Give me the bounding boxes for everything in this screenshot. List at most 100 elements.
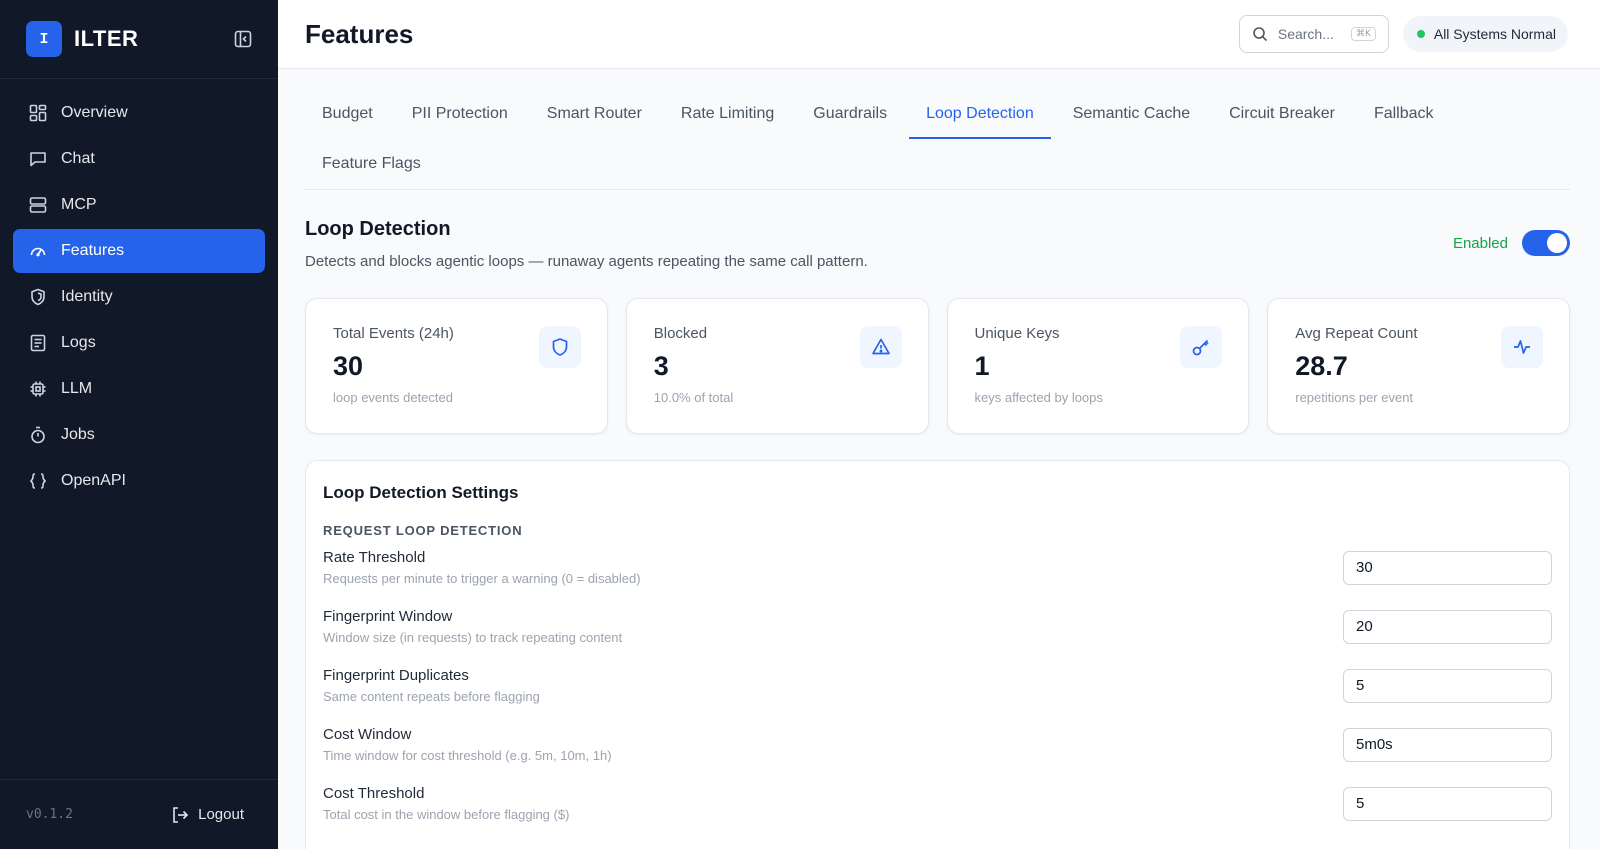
stat-subtext: keys affected by loops xyxy=(974,390,1103,405)
stats-cards: Total Events (24h) 30 loop events detect… xyxy=(305,298,1570,434)
tab-smart-router[interactable]: Smart Router xyxy=(530,89,659,139)
field-help: Requests per minute to trigger a warning… xyxy=(323,571,641,586)
sidebar-item-logs[interactable]: Logs xyxy=(13,321,265,365)
toggle-knob xyxy=(1547,233,1567,253)
tab-rate-limiting[interactable]: Rate Limiting xyxy=(664,89,791,139)
settings-panel: Loop Detection Settings REQUEST LOOP DET… xyxy=(305,460,1570,849)
toggle-label: Enabled xyxy=(1452,234,1508,252)
system-status-badge[interactable]: All Systems Normal xyxy=(1402,16,1568,52)
app-logo: I xyxy=(26,21,62,57)
enable-toggle-group: Enabled xyxy=(1453,216,1570,270)
field-label: Cost Window xyxy=(323,726,412,743)
fingerprint-window-input[interactable] xyxy=(1343,609,1552,644)
field-help: Time window for cost threshold (e.g. 5m,… xyxy=(323,748,612,763)
field-label: Rate Threshold xyxy=(323,549,426,566)
field-fingerprint-window: Fingerprint Window Window size (in reque… xyxy=(323,597,1552,656)
tab-fallback[interactable]: Fallback xyxy=(1357,89,1451,139)
sidebar-item-label: Logs xyxy=(61,334,96,351)
tab-loop-detection[interactable]: Loop Detection xyxy=(909,89,1051,139)
stat-card-unique-keys: Unique Keys 1 keys affected by loops xyxy=(946,298,1250,434)
sidebar-item-overview[interactable]: Overview xyxy=(13,91,265,135)
fingerprint-duplicates-input[interactable] xyxy=(1343,668,1552,703)
sidebar-nav: Overview Chat MCP Features Identity Logs… xyxy=(0,79,278,779)
field-cost-window: Cost Window Time window for cost thresho… xyxy=(323,715,1552,774)
shield-icon xyxy=(538,326,581,368)
settings-subheading: REQUEST LOOP DETECTION xyxy=(323,523,523,538)
braces-icon xyxy=(28,471,48,491)
section-header: Loop Detection Detects and blocks agenti… xyxy=(305,218,1570,270)
field-help: Window size (in requests) to track repea… xyxy=(323,630,623,645)
sidebar-item-label: Chat xyxy=(61,150,95,167)
sidebar-item-label: Jobs xyxy=(61,426,95,443)
search-icon xyxy=(1252,25,1270,43)
tab-feature-flags[interactable]: Feature Flags xyxy=(305,139,438,189)
cost-window-input[interactable] xyxy=(1343,727,1552,762)
feature-tabs: Budget PII Protection Smart Router Rate … xyxy=(305,69,1570,190)
content: Budget PII Protection Smart Router Rate … xyxy=(278,69,1600,849)
key-icon xyxy=(1180,326,1223,368)
gauge-icon xyxy=(28,241,48,261)
tab-pii-protection[interactable]: PII Protection xyxy=(395,89,525,139)
document-icon xyxy=(28,333,48,353)
logout-button[interactable]: Logout xyxy=(170,805,244,825)
main-area: Features Search... ⌘K All Systems Normal… xyxy=(278,0,1600,849)
app-version: v0.1.2 xyxy=(26,807,73,822)
rate-threshold-input[interactable] xyxy=(1343,550,1552,585)
stat-subtext: repetitions per event xyxy=(1295,390,1414,405)
field-label: Fingerprint Window xyxy=(323,608,453,625)
section-title: Loop Detection xyxy=(305,218,451,240)
chip-icon xyxy=(28,379,48,399)
page-title: Features xyxy=(305,18,414,49)
field-fingerprint-duplicates: Fingerprint Duplicates Same content repe… xyxy=(323,656,1552,715)
search-placeholder: Search... xyxy=(1277,26,1334,42)
sidebar-item-label: Overview xyxy=(61,104,128,121)
sidebar-footer: v0.1.2 Logout xyxy=(0,779,278,849)
activity-icon xyxy=(1501,326,1543,368)
status-text: All Systems Normal xyxy=(1433,26,1556,42)
field-label: Cost Threshold xyxy=(323,785,425,802)
field-help: Same content repeats before flagging xyxy=(323,689,540,704)
sidebar-item-jobs[interactable]: Jobs xyxy=(13,413,265,457)
tab-semantic-cache[interactable]: Semantic Cache xyxy=(1056,89,1207,139)
logout-label: Logout xyxy=(198,806,244,823)
field-help: Total cost in the window before flagging… xyxy=(323,807,570,822)
status-dot-icon xyxy=(1416,30,1425,38)
sidebar-item-features[interactable]: Features xyxy=(13,229,265,273)
sidebar-item-llm[interactable]: LLM xyxy=(13,367,265,411)
enable-toggle[interactable] xyxy=(1522,230,1570,256)
stat-card-total-events: Total Events (24h) 30 loop events detect… xyxy=(305,298,608,434)
logout-icon xyxy=(170,805,190,825)
chat-bubble-icon xyxy=(28,149,48,169)
sidebar-item-label: MCP xyxy=(61,196,97,213)
sidebar-item-identity[interactable]: Identity xyxy=(13,275,265,319)
search-input[interactable]: Search... ⌘K xyxy=(1238,15,1389,53)
warning-triangle-icon xyxy=(859,326,902,368)
tab-circuit-breaker[interactable]: Circuit Breaker xyxy=(1212,89,1352,139)
grid-icon xyxy=(28,103,48,123)
sidebar-item-label: Identity xyxy=(61,288,113,305)
tab-budget[interactable]: Budget xyxy=(305,89,390,139)
sidebar-item-label: OpenAPI xyxy=(61,472,126,489)
collapse-sidebar-icon[interactable] xyxy=(232,28,254,50)
shield-icon xyxy=(28,287,48,307)
sidebar-item-openapi[interactable]: OpenAPI xyxy=(13,459,265,503)
stat-card-blocked: Blocked 3 10.0% of total xyxy=(625,298,929,434)
cost-threshold-input[interactable] xyxy=(1343,786,1552,821)
sidebar-item-label: Features xyxy=(61,242,125,259)
field-cost-threshold: Cost Threshold Total cost in the window … xyxy=(323,774,1552,833)
section-description: Detects and blocks agentic loops — runaw… xyxy=(305,253,868,270)
sidebar-item-mcp[interactable]: MCP xyxy=(13,183,265,227)
sidebar-item-chat[interactable]: Chat xyxy=(13,137,265,181)
server-icon xyxy=(28,195,48,215)
field-rate-threshold: Rate Threshold Requests per minute to tr… xyxy=(323,538,1552,597)
search-shortcut-badge: ⌘K xyxy=(1350,27,1376,41)
tab-guardrails[interactable]: Guardrails xyxy=(796,89,904,139)
stat-subtext: 10.0% of total xyxy=(653,390,734,405)
stat-card-avg-repeat: Avg Repeat Count 28.7 repetitions per ev… xyxy=(1267,298,1570,434)
top-bar: Features Search... ⌘K All Systems Normal xyxy=(278,0,1600,69)
sidebar: I ILTER Overview Chat MCP Features Ident… xyxy=(0,0,278,849)
sidebar-header: I ILTER xyxy=(0,0,278,79)
field-label: Fingerprint Duplicates xyxy=(323,667,469,684)
sidebar-item-label: LLM xyxy=(61,380,93,397)
app-name: ILTER xyxy=(74,26,139,51)
